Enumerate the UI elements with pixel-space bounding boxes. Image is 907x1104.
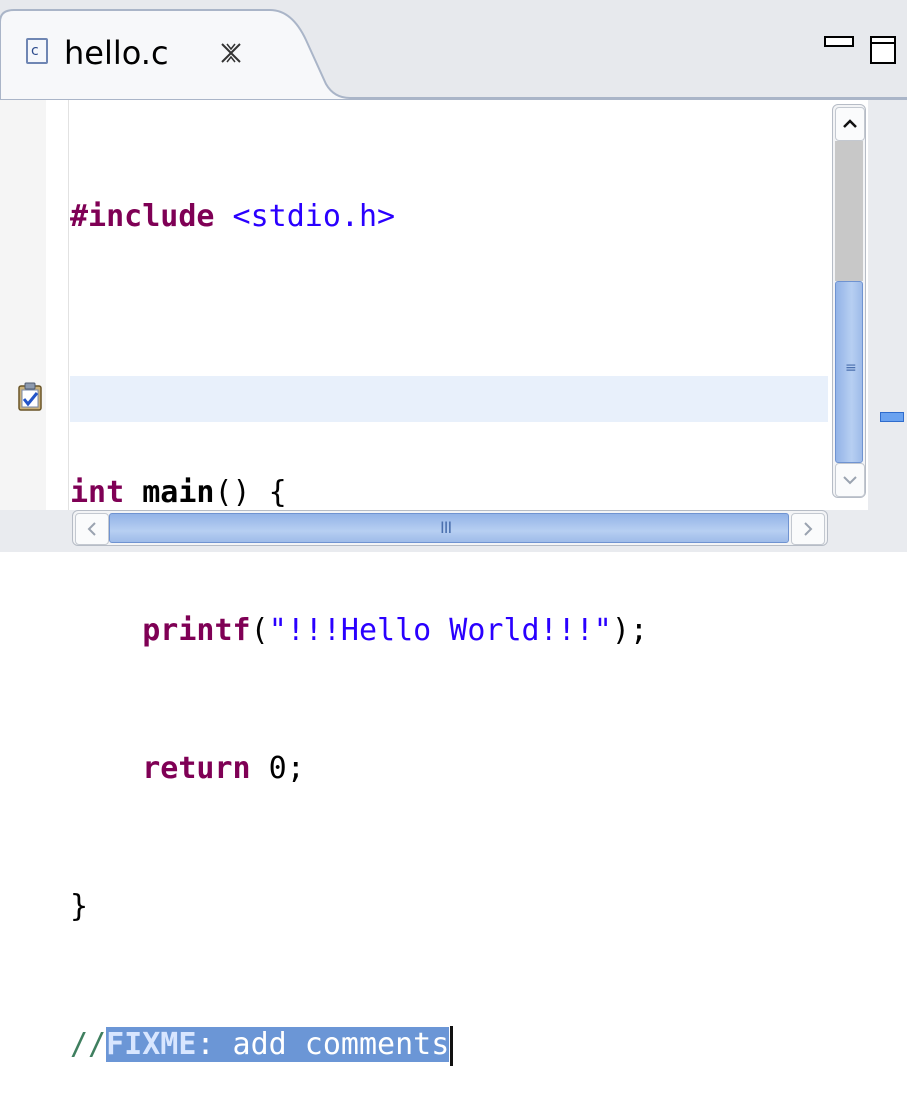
- horizontal-scrollbar[interactable]: III: [72, 510, 828, 546]
- text-selection: FIXME: add comments: [106, 1027, 450, 1062]
- maximize-icon[interactable]: [870, 36, 896, 64]
- line-ruler: [46, 100, 69, 510]
- code-line[interactable]: printf("!!!Hello World!!!");: [70, 608, 648, 654]
- code-line[interactable]: //FIXME: add comments: [70, 1022, 648, 1068]
- tab-title[interactable]: hello.c: [64, 33, 169, 73]
- chevron-up-icon: [843, 119, 857, 128]
- scroll-down-button[interactable]: [835, 463, 865, 497]
- scroll-track[interactable]: [835, 141, 863, 281]
- code-line[interactable]: [70, 332, 648, 378]
- annotation-gutter: [0, 100, 46, 510]
- scroll-right-button[interactable]: [791, 513, 825, 545]
- overview-ruler: [868, 100, 907, 552]
- chevron-right-icon: [804, 522, 813, 536]
- tab-bar: c hello.c: [0, 0, 907, 100]
- task-marker-icon[interactable]: [15, 380, 45, 412]
- code-line[interactable]: #include <stdio.h>: [70, 194, 648, 240]
- scroll-up-button[interactable]: [835, 107, 865, 141]
- c-file-icon: c: [26, 38, 48, 64]
- chevron-down-icon: [843, 476, 857, 485]
- vertical-scroll-thumb[interactable]: ≡: [835, 281, 863, 463]
- horizontal-scroll-thumb[interactable]: III: [109, 513, 789, 543]
- scroll-left-button[interactable]: [75, 513, 109, 545]
- code-text[interactable]: #include <stdio.h> int main() { printf("…: [70, 102, 648, 1104]
- text-caret: [450, 1025, 454, 1066]
- close-icon[interactable]: [218, 40, 244, 66]
- task-overview-marker[interactable]: [880, 412, 904, 422]
- code-line[interactable]: }: [70, 884, 648, 930]
- chevron-left-icon: [87, 522, 96, 536]
- code-line[interactable]: return 0;: [70, 746, 648, 792]
- vertical-scrollbar[interactable]: ≡: [832, 104, 866, 498]
- minimize-icon[interactable]: [824, 36, 854, 50]
